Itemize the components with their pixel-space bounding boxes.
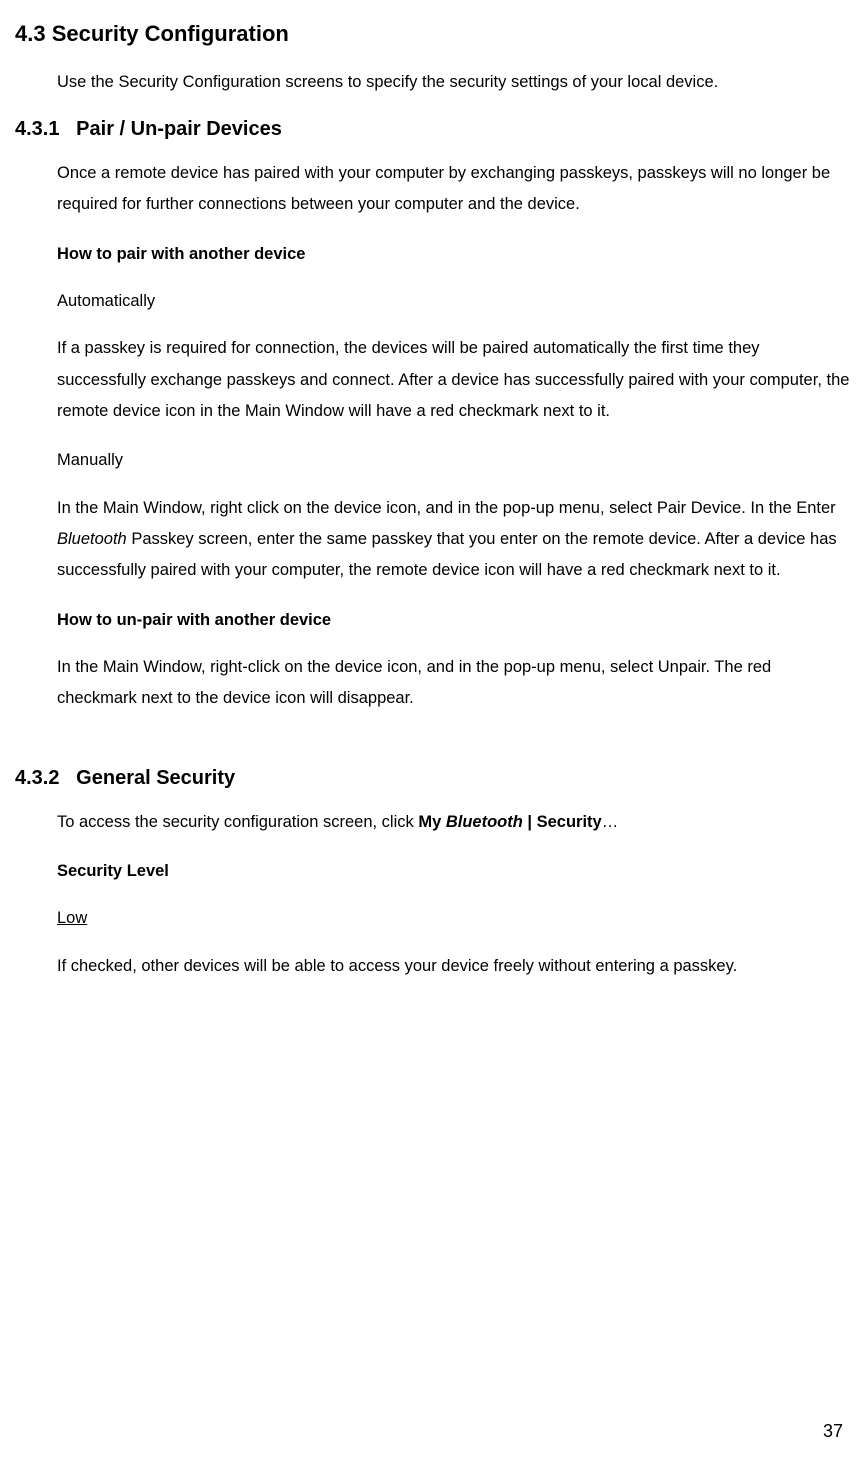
section-title: Security Configuration [52,21,289,46]
manual-text-post: Passkey screen, enter the same passkey t… [57,530,837,579]
pair-heading: How to pair with another device [57,239,850,270]
subsection-title-2: General Security [76,767,235,789]
low-text: If checked, other devices will be able t… [57,951,850,982]
sub2-intro-post: … [602,813,619,831]
sub2-intro-pre: To access the security configuration scr… [57,813,418,831]
auto-text: If a passkey is required for connection,… [57,333,850,427]
subsection-number-2: 4.3.2 [15,767,59,789]
security-level-heading: Security Level [57,856,850,887]
subsection-heading-2: 4.3.2 General Security [15,765,850,791]
section-number: 4.3 [15,21,46,46]
sub1-intro: Once a remote device has paired with you… [57,158,850,221]
sub2-intro: To access the security configuration scr… [57,807,850,838]
section-intro: Use the Security Configuration screens t… [57,67,850,98]
manual-label: Manually [57,445,850,476]
subsection-title-1: Pair / Un-pair Devices [76,118,282,140]
manual-text: In the Main Window, right click on the d… [57,493,850,587]
auto-label: Automatically [57,286,850,317]
section-heading: 4.3 Security Configuration [15,20,850,49]
unpair-heading: How to un-pair with another device [57,605,850,636]
sub2-intro-bold1: My [418,813,446,831]
page-number: 37 [823,1414,843,1448]
sub2-intro-bold2: | Security [523,813,602,831]
low-label: Low [57,903,850,934]
sub2-intro-bolditalic: Bluetooth [446,813,523,831]
unpair-text: In the Main Window, right-click on the d… [57,652,850,715]
subsection-heading-1: 4.3.1 Pair / Un-pair Devices [15,116,850,142]
subsection-number-1: 4.3.1 [15,118,59,140]
manual-text-italic: Bluetooth [57,530,127,548]
manual-text-pre: In the Main Window, right click on the d… [57,499,836,517]
